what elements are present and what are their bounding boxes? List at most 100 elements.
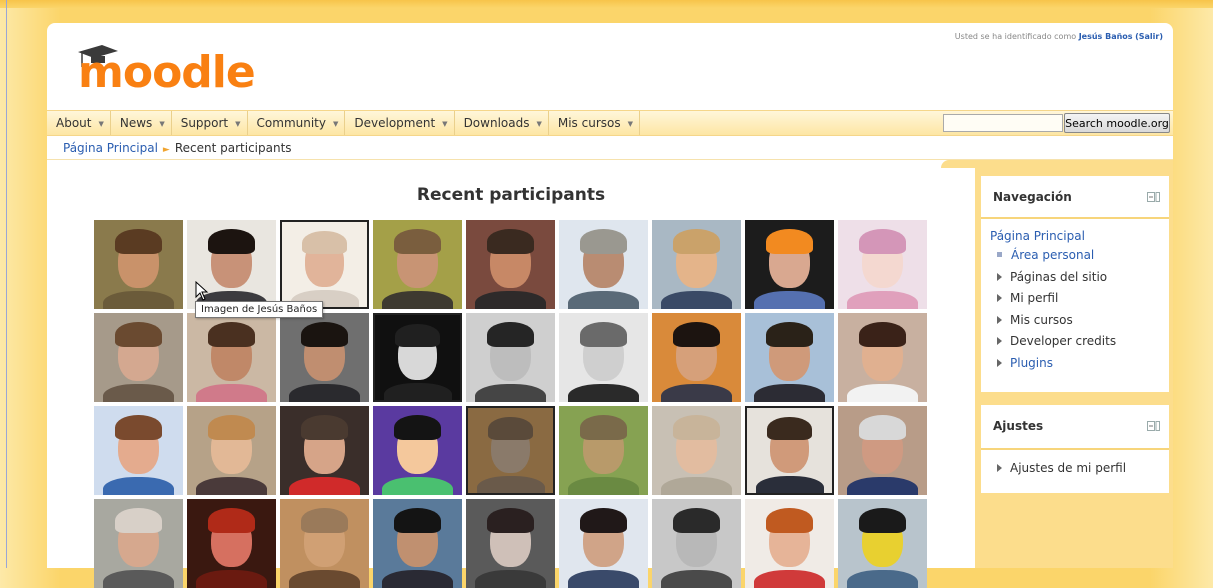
block-dock-icon[interactable]: [1147, 192, 1160, 202]
participant-avatar[interactable]: [280, 313, 369, 402]
dropdown-arrow-icon: ▼: [159, 120, 165, 128]
participant-avatar[interactable]: [559, 406, 648, 495]
participant-avatar[interactable]: [559, 220, 648, 309]
participant-avatar[interactable]: [466, 313, 555, 402]
login-user-link[interactable]: Jesús Baños: [1079, 32, 1133, 41]
participant-avatar[interactable]: [838, 406, 927, 495]
participant-avatar[interactable]: [745, 313, 834, 402]
avatar-hair: [859, 507, 906, 533]
participant-avatar[interactable]: [838, 313, 927, 402]
login-info: Usted se ha identificado como Jesús Baño…: [955, 32, 1163, 41]
avatar-body: [195, 570, 268, 588]
menu-item-label: Community: [256, 116, 326, 130]
participant-avatar[interactable]: [652, 313, 741, 402]
participant-avatar[interactable]: [94, 313, 183, 402]
participant-avatar[interactable]: [187, 499, 276, 588]
avatar-hair: [208, 507, 255, 533]
avatar-body: [195, 477, 268, 495]
search-button[interactable]: Search moodle.org: [1064, 113, 1170, 133]
menu-item-community[interactable]: Community ▼: [248, 111, 346, 135]
page-title: Recent participants: [416, 185, 606, 205]
settings-block: Ajustes Ajustes de mi perfil: [981, 405, 1169, 493]
avatar-body: [381, 570, 454, 588]
participant-avatar[interactable]: [559, 313, 648, 402]
participant-avatar[interactable]: [94, 406, 183, 495]
participant-avatar[interactable]: [652, 220, 741, 309]
participant-avatar[interactable]: [187, 313, 276, 402]
participant-avatar[interactable]: [838, 220, 927, 309]
window-edge: [6, 0, 7, 568]
avatar-body: [753, 570, 826, 588]
participant-avatar[interactable]: [373, 499, 462, 588]
participant-avatar[interactable]: [466, 406, 555, 495]
dropdown-arrow-icon: ▼: [332, 120, 339, 128]
dropdown-arrow-icon: ▼: [98, 120, 104, 128]
menu-item-news[interactable]: News ▼: [111, 111, 172, 135]
avatar-hair: [488, 416, 533, 441]
participant-avatar[interactable]: [652, 406, 741, 495]
avatar-body: [476, 476, 545, 493]
menu-item-support[interactable]: Support ▼: [172, 111, 248, 135]
avatar-hair: [301, 414, 348, 440]
menu-item-about[interactable]: About ▼: [47, 111, 111, 135]
avatar-hair: [395, 323, 440, 348]
avatar-body: [660, 477, 733, 495]
nav-item[interactable]: Plugins: [990, 353, 1169, 375]
menu-item-development[interactable]: Development ▼: [345, 111, 455, 135]
bullet-icon: [997, 252, 1002, 257]
dropdown-arrow-icon: ▼: [442, 120, 448, 128]
avatar-body: [753, 291, 826, 309]
nav-item[interactable]: Developer credits: [990, 331, 1169, 353]
settings-block-body: Ajustes de mi perfil: [981, 450, 1169, 480]
navigation-block: Navegación Página Principal Área persona…: [981, 176, 1169, 392]
nav-root-link[interactable]: Página Principal: [990, 229, 1169, 243]
avatar-body: [195, 384, 268, 402]
participant-avatar[interactable]: [94, 499, 183, 588]
breadcrumb-separator-icon: ►: [162, 145, 170, 155]
menu-item-label: News: [119, 116, 153, 130]
avatar-hair: [673, 414, 720, 440]
participant-avatar[interactable]: [466, 499, 555, 588]
avatar-hair: [115, 228, 162, 254]
menu-item-downloads[interactable]: Downloads ▼: [455, 111, 549, 135]
participant-avatar[interactable]: [838, 499, 927, 588]
participant-avatar[interactable]: [652, 499, 741, 588]
nav-item[interactable]: Páginas del sitio: [990, 267, 1169, 289]
nav-item[interactable]: Mi perfil: [990, 288, 1169, 310]
participant-avatar[interactable]: [745, 406, 834, 495]
participant-avatar[interactable]: [94, 220, 183, 309]
expand-arrow-icon: [997, 358, 1002, 367]
logout-link[interactable]: (Salir): [1135, 32, 1163, 41]
expand-arrow-icon: [997, 294, 1002, 302]
menu-item-mis-cursos[interactable]: Mis cursos ▼: [549, 111, 640, 135]
participant-avatar[interactable]: [187, 406, 276, 495]
participant-grid: [94, 220, 934, 588]
moodle-logo[interactable]: moodle: [72, 35, 262, 98]
participant-avatar[interactable]: [466, 220, 555, 309]
participant-avatar[interactable]: [373, 313, 462, 402]
avatar-body: [753, 384, 826, 402]
avatar-body: [755, 476, 824, 493]
participant-avatar[interactable]: [373, 220, 462, 309]
settings-block-title: Ajustes: [993, 419, 1044, 433]
avatar-hair: [859, 228, 906, 254]
block-dock-icon[interactable]: [1147, 421, 1160, 431]
nav-item[interactable]: Mis cursos: [990, 310, 1169, 332]
breadcrumb-home-link[interactable]: Página Principal: [63, 141, 158, 155]
participant-avatar[interactable]: [280, 220, 369, 309]
participant-avatar[interactable]: [280, 406, 369, 495]
avatar-body: [288, 477, 361, 495]
participant-avatar[interactable]: [559, 499, 648, 588]
participant-avatar[interactable]: [280, 499, 369, 588]
expand-arrow-icon: [997, 315, 1002, 324]
search-input[interactable]: [943, 114, 1063, 132]
participant-avatar[interactable]: [373, 406, 462, 495]
nav-item[interactable]: Área personal: [990, 245, 1169, 267]
avatar-body: [381, 291, 454, 309]
participant-avatar[interactable]: [745, 499, 834, 588]
avatar-body: [846, 291, 919, 309]
participant-avatar[interactable]: [745, 220, 834, 309]
avatar-hair: [767, 416, 812, 441]
settings-item[interactable]: Ajustes de mi perfil: [990, 458, 1169, 480]
image-tooltip: Imagen de Jesús Baños: [195, 301, 324, 318]
